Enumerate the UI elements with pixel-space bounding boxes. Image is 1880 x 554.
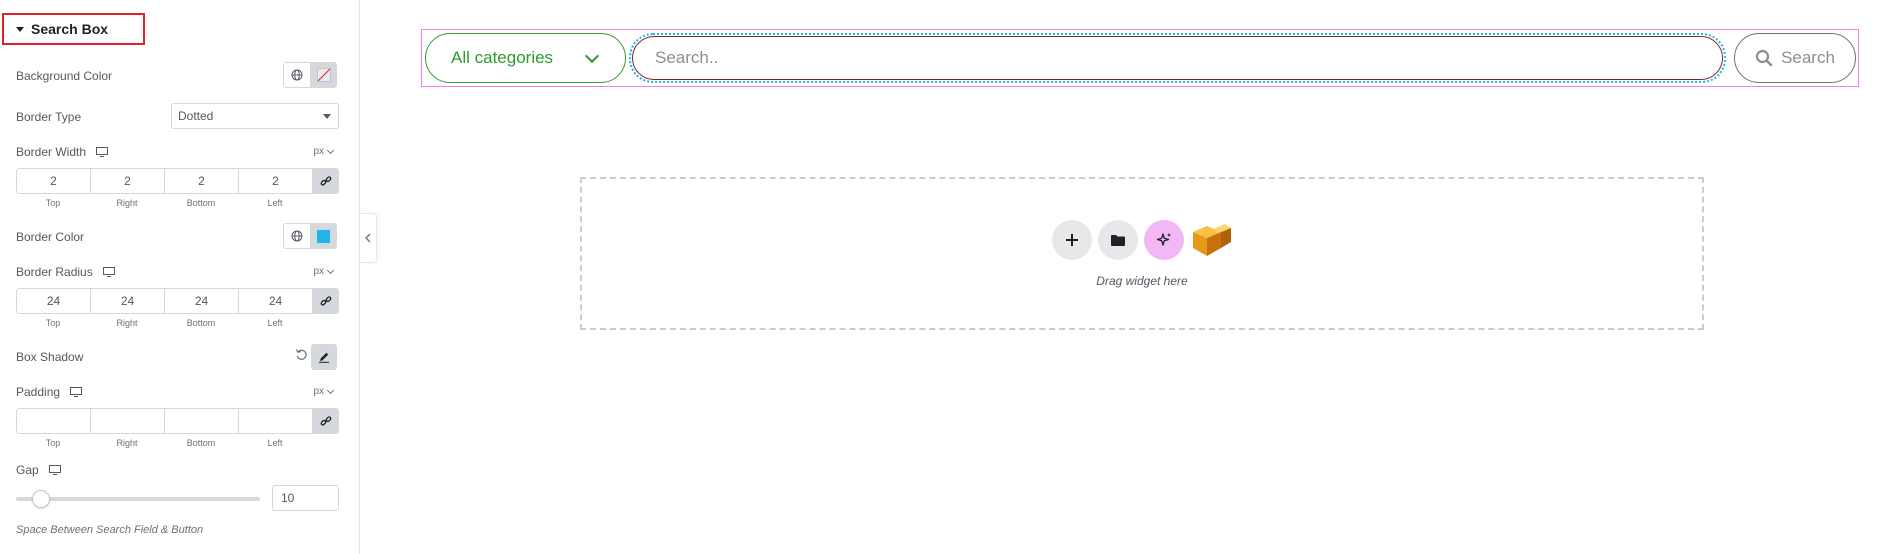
unit-selector[interactable]: px [313, 146, 335, 157]
search-input[interactable]: Search.. [632, 36, 1723, 80]
border-radius-right[interactable]: 24 [91, 289, 165, 313]
padding-inputs [16, 408, 339, 434]
folder-icon [1111, 234, 1125, 246]
unit-selector[interactable]: px [313, 386, 335, 397]
border-radius-bottom[interactable]: 24 [165, 289, 239, 313]
border-radius-left[interactable]: 24 [239, 289, 313, 313]
global-colors-icon[interactable] [284, 63, 310, 87]
gap-hint: Space Between Search Field & Button [16, 524, 204, 536]
link-values-icon[interactable] [313, 169, 338, 193]
border-radius-label: Border Radius [16, 265, 115, 279]
border-width-right[interactable]: 2 [91, 169, 165, 193]
add-section-button[interactable] [1052, 220, 1092, 260]
padding-label: Padding [16, 385, 83, 399]
search-button[interactable]: Search [1734, 33, 1856, 83]
link-values-icon[interactable] [313, 289, 338, 313]
section-header-search-box[interactable]: Search Box [2, 13, 145, 45]
padding-bottom[interactable] [165, 409, 239, 433]
border-width-bottom[interactable]: 2 [165, 169, 239, 193]
gap-input[interactable]: 10 [272, 485, 339, 511]
border-radius-top[interactable]: 24 [17, 289, 91, 313]
border-color-swatch[interactable] [310, 224, 336, 248]
padding-dim-labels: Top Right Bottom Left [45, 438, 283, 448]
search-icon [1755, 49, 1773, 67]
box-shadow-label: Box Shadow [16, 350, 84, 364]
collapse-panel-button[interactable] [360, 213, 377, 263]
drop-zone-actions [1052, 220, 1234, 260]
unit-selector[interactable]: px [313, 266, 335, 277]
caret-down-icon [16, 26, 24, 32]
border-width-dim-labels: Top Right Bottom Left [45, 198, 283, 208]
border-type-label: Border Type [16, 110, 82, 124]
search-field-outline: Search.. [629, 33, 1726, 83]
desktop-icon[interactable] [102, 267, 115, 277]
padding-left[interactable] [239, 409, 313, 433]
style-panel: Search Box Background Color Border Type … [0, 0, 360, 554]
sparkle-icon [1156, 233, 1171, 246]
gap-slider-handle[interactable] [32, 490, 50, 508]
border-radius-inputs: 24 24 24 24 [16, 288, 339, 314]
background-color-control [283, 62, 337, 88]
gap-label: Gap [16, 463, 61, 477]
ai-assistant-button[interactable] [1144, 220, 1184, 260]
search-widget[interactable]: All categories Search.. Search [421, 29, 1859, 87]
padding-top[interactable] [17, 409, 91, 433]
border-width-inputs: 2 2 2 2 [16, 168, 339, 194]
dropdown-arrow-icon [323, 114, 331, 119]
border-width-label: Border Width [16, 145, 109, 159]
reset-icon[interactable] [295, 348, 308, 364]
desktop-icon[interactable] [48, 465, 61, 475]
chevron-down-icon [584, 48, 600, 64]
edit-pencil-icon[interactable] [311, 344, 337, 370]
global-colors-icon[interactable] [284, 224, 310, 248]
third-party-addon-icon[interactable] [1190, 220, 1234, 260]
plus-icon [1066, 234, 1078, 246]
category-dropdown[interactable]: All categories [425, 33, 626, 83]
border-width-left[interactable]: 2 [239, 169, 313, 193]
section-title: Search Box [31, 21, 109, 37]
color-swatch-empty[interactable] [310, 63, 336, 87]
drop-zone-text: Drag widget here [1096, 274, 1188, 288]
chevron-left-icon [365, 233, 371, 243]
search-placeholder: Search.. [655, 48, 719, 67]
border-width-top[interactable]: 2 [17, 169, 91, 193]
gap-slider[interactable] [16, 490, 260, 508]
border-radius-dim-labels: Top Right Bottom Left [45, 318, 283, 328]
border-color-label: Border Color [16, 230, 85, 244]
desktop-icon[interactable] [96, 147, 109, 157]
padding-right[interactable] [91, 409, 165, 433]
search-button-label: Search [1781, 48, 1835, 67]
widget-drop-zone[interactable]: Drag widget here [580, 177, 1704, 330]
link-values-icon[interactable] [313, 409, 338, 433]
add-template-button[interactable] [1098, 220, 1138, 260]
category-label: All categories [451, 48, 554, 67]
border-type-select[interactable]: Dotted [171, 103, 339, 129]
background-color-label: Background Color [16, 69, 113, 83]
desktop-icon[interactable] [70, 387, 83, 397]
border-color-control [283, 223, 337, 249]
